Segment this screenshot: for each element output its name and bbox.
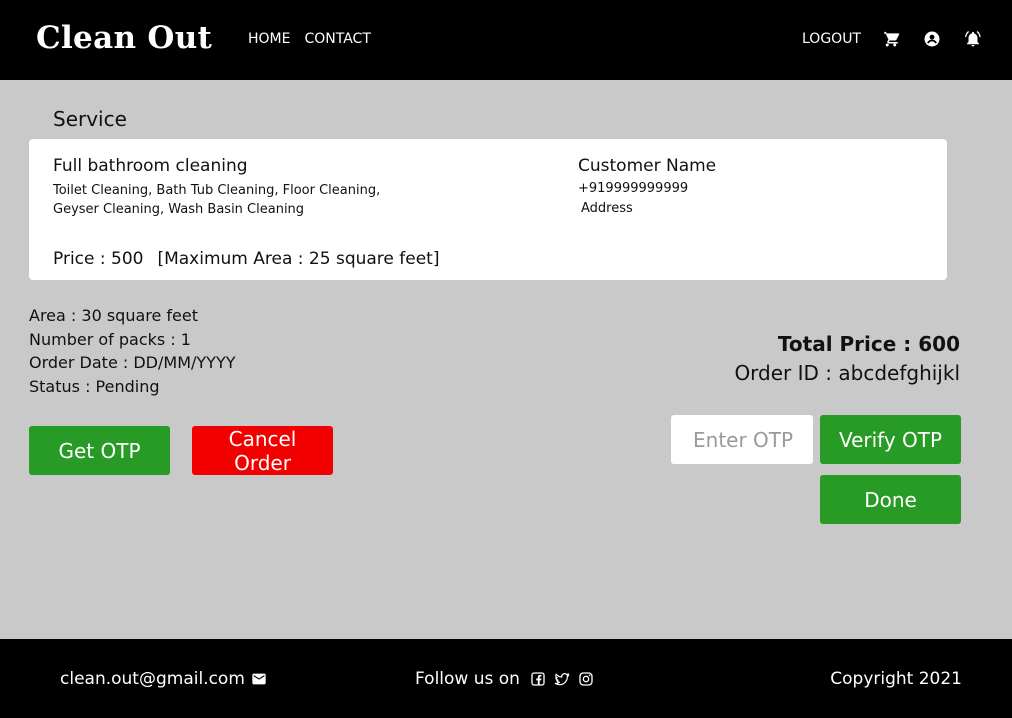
footer-social: Follow us on	[415, 669, 594, 689]
footer-email: clean.out@gmail.com	[60, 669, 267, 689]
cancel-order-button[interactable]: Cancel Order	[192, 426, 333, 475]
cart-icon[interactable]	[882, 30, 900, 48]
otp-input[interactable]	[671, 415, 813, 464]
price-line: Price : 500 [Maximum Area : 25 square fee…	[53, 249, 453, 269]
service-description-line: Toilet Cleaning, Bath Tub Cleaning, Floo…	[53, 183, 381, 198]
total-price: Total Price : 600	[777, 332, 960, 356]
twitter-icon[interactable]	[554, 671, 570, 687]
customer-name: Customer Name	[578, 156, 717, 176]
service-section-title: Service	[53, 107, 127, 131]
service-description-line: Geyser Cleaning, Wash Basin Cleaning	[53, 202, 305, 217]
max-area: [Maximum Area : 25 square feet]	[157, 249, 440, 269]
order-packs: Number of packs : 1	[29, 329, 191, 349]
order-details: Area : 30 square feet Number of packs : …	[29, 304, 235, 398]
mail-icon[interactable]	[251, 671, 267, 687]
main-nav: HOME CONTACT	[248, 31, 371, 47]
nav-home-link[interactable]: HOME	[248, 31, 290, 47]
account-icon[interactable]	[923, 30, 941, 48]
customer-phone: +919999999999	[578, 181, 689, 196]
verify-otp-button[interactable]: Verify OTP	[820, 415, 961, 464]
customer-address: Address	[581, 201, 633, 216]
footer-email-text[interactable]: clean.out@gmail.com	[60, 669, 245, 689]
facebook-icon[interactable]	[530, 671, 546, 687]
service-card: Full bathroom cleaning Toilet Cleaning, …	[29, 139, 947, 280]
get-otp-button[interactable]: Get OTP	[29, 426, 170, 475]
footer: clean.out@gmail.com Follow us on Copyrig…	[0, 639, 1012, 718]
order-id: Order ID : abcdefghijkl	[734, 361, 960, 385]
copyright: Copyright 2021	[830, 669, 962, 689]
follow-us-label: Follow us on	[415, 669, 520, 689]
service-price: Price : 500	[53, 249, 144, 269]
bell-icon[interactable]	[964, 30, 982, 48]
done-button[interactable]: Done	[820, 475, 961, 524]
service-description: Toilet Cleaning, Bath Tub Cleaning, Floo…	[53, 181, 413, 219]
instagram-icon[interactable]	[578, 671, 594, 687]
nav-contact-link[interactable]: CONTACT	[304, 31, 370, 47]
order-status: Status : Pending	[29, 376, 160, 396]
service-name: Full bathroom cleaning	[53, 156, 248, 176]
top-navbar: Clean Out HOME CONTACT LOGOUT	[0, 0, 1012, 80]
brand-logo[interactable]: Clean Out	[36, 20, 212, 56]
order-area: Area : 30 square feet	[29, 306, 199, 325]
logout-link[interactable]: LOGOUT	[802, 31, 861, 47]
order-date: Order Date : DD/MM/YYYY	[29, 353, 236, 372]
